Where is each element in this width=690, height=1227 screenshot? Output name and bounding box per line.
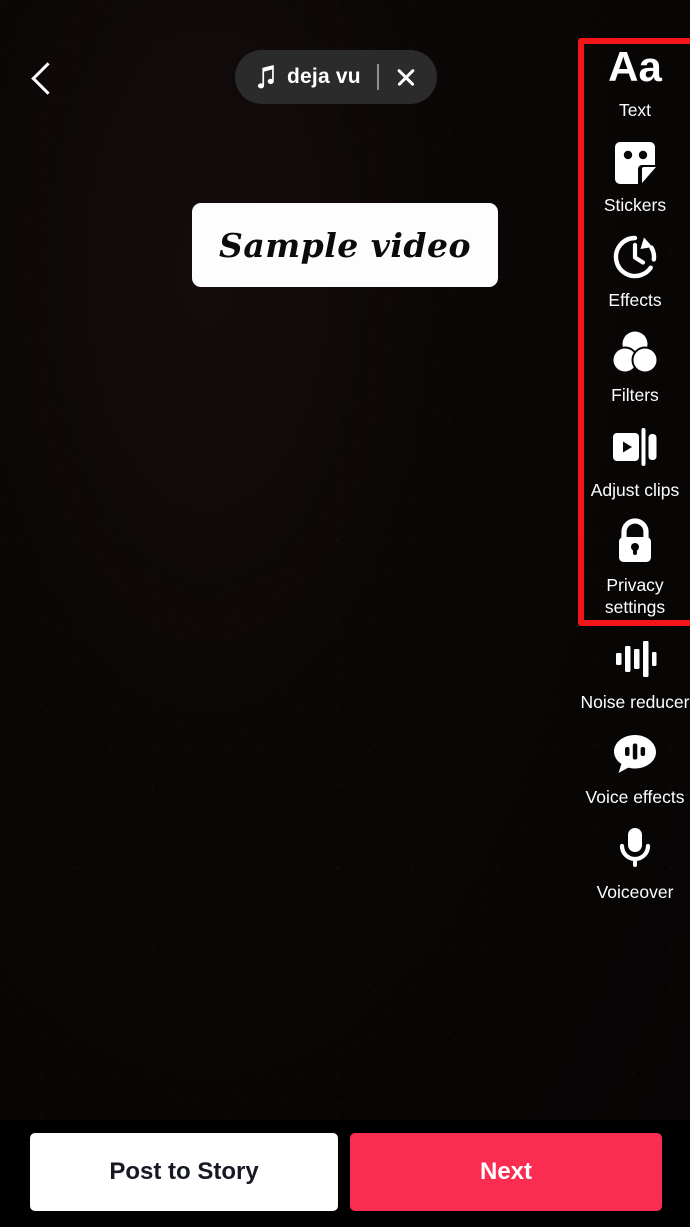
tool-rail: Aa Text Stickers Effects Filters Adjust … bbox=[580, 40, 690, 917]
tool-voice-effects[interactable]: Voice effects bbox=[580, 727, 690, 808]
post-to-story-button[interactable]: Post to Story bbox=[30, 1133, 338, 1211]
tool-privacy-settings[interactable]: Privacy settings bbox=[580, 515, 690, 618]
video-text-overlay-label: Sample video bbox=[218, 225, 472, 265]
filters-circles-icon bbox=[611, 325, 659, 379]
tool-label-text: Text bbox=[618, 100, 652, 120]
waveform-icon bbox=[612, 632, 658, 686]
bottom-action-bar: Post to Story Next bbox=[0, 1120, 690, 1227]
video-text-overlay[interactable]: Sample video bbox=[192, 203, 498, 287]
pill-divider bbox=[376, 64, 379, 90]
adjust-clips-icon bbox=[610, 420, 660, 474]
tool-label-effects: Effects bbox=[608, 290, 662, 310]
tool-label-filters: Filters bbox=[611, 385, 659, 405]
tool-label-stickers: Stickers bbox=[603, 195, 667, 215]
sticker-icon bbox=[612, 135, 658, 189]
next-button[interactable]: Next bbox=[350, 1133, 662, 1211]
microphone-icon bbox=[614, 822, 656, 876]
back-button[interactable] bbox=[18, 50, 70, 106]
tool-adjust-clips[interactable]: Adjust clips bbox=[580, 420, 690, 501]
effects-clock-icon bbox=[611, 230, 659, 284]
svg-text:Aa: Aa bbox=[608, 45, 662, 89]
close-icon[interactable] bbox=[395, 66, 417, 88]
tool-stickers[interactable]: Stickers bbox=[580, 135, 690, 216]
tool-label-noise-reducer: Noise reducer bbox=[580, 692, 690, 712]
music-note-icon bbox=[257, 65, 274, 89]
tiktok-editor-screen: deja vu Sample video Aa Text Stickers Ef… bbox=[0, 0, 690, 1227]
chevron-left-icon bbox=[31, 61, 64, 95]
lock-icon bbox=[613, 515, 657, 569]
tool-filters[interactable]: Filters bbox=[580, 325, 690, 406]
tool-label-privacy-settings: Privacy settings bbox=[604, 575, 666, 617]
music-title: deja vu bbox=[287, 65, 361, 88]
tool-noise-reducer[interactable]: Noise reducer bbox=[580, 632, 690, 713]
tool-label-voice-effects: Voice effects bbox=[585, 787, 685, 807]
text-aa-icon: Aa bbox=[607, 40, 663, 94]
tool-text[interactable]: Aa Text bbox=[580, 40, 690, 121]
tool-voiceover[interactable]: Voiceover bbox=[580, 822, 690, 903]
voice-bubble-icon bbox=[611, 727, 659, 781]
tool-label-voiceover: Voiceover bbox=[596, 882, 674, 902]
tool-label-adjust-clips: Adjust clips bbox=[590, 480, 680, 500]
tool-effects[interactable]: Effects bbox=[580, 230, 690, 311]
music-pill[interactable]: deja vu bbox=[235, 50, 437, 104]
